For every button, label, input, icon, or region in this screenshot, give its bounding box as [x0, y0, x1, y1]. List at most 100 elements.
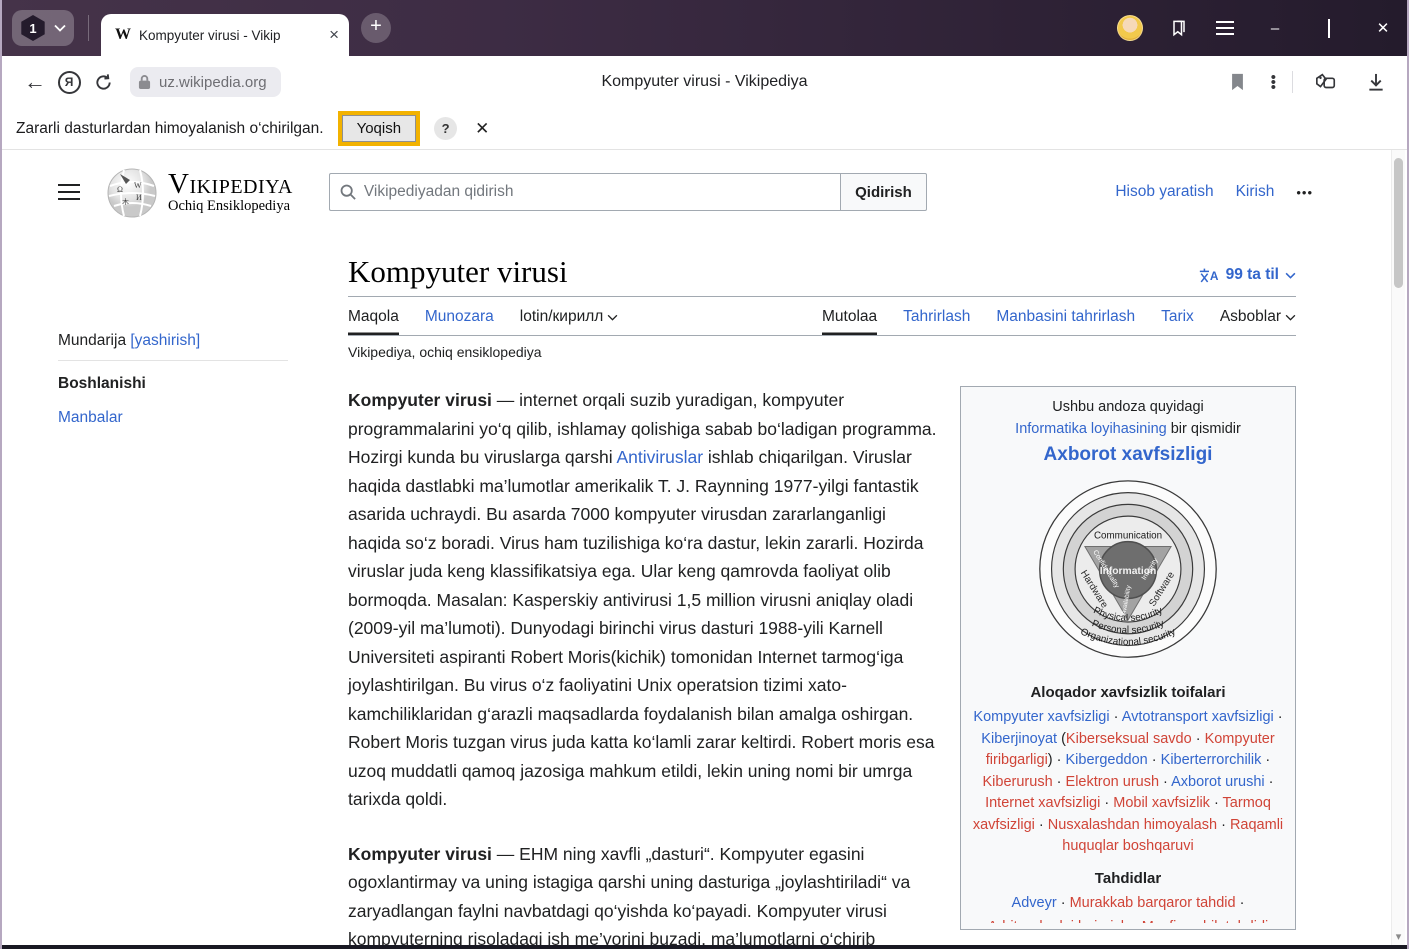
inline-link[interactable]: Kiberurush	[983, 774, 1053, 790]
tab-tahrirlash[interactable]: Tahrirlash	[903, 299, 970, 335]
new-tab-button[interactable]: +	[361, 13, 391, 43]
notification-close-icon[interactable]: ✕	[475, 119, 489, 139]
infobox-title-link[interactable]: Axborot xavfsizligi	[971, 444, 1285, 466]
inline-text: Kompyuter virusi	[348, 844, 492, 864]
tab-counter[interactable]: 1	[12, 10, 74, 46]
informatika-project-link[interactable]: Informatika loyihasining	[1015, 421, 1167, 437]
svg-text:W: W	[134, 181, 142, 190]
language-icon: A	[1198, 267, 1220, 284]
minimize-button[interactable]: –	[1261, 20, 1289, 37]
main-menu-icon[interactable]	[58, 179, 80, 205]
notification-message: Zararli dasturlardan himoyalanish o‘chir…	[16, 120, 324, 138]
bookmarks-panel-icon[interactable]	[1169, 18, 1189, 38]
bookmark-icon[interactable]	[1221, 65, 1255, 99]
scrollbar-down-arrow[interactable]: ▾	[1392, 930, 1405, 943]
inline-link[interactable]: Avtotransport xavfsizligi	[1122, 709, 1274, 725]
user-menu-icon[interactable]: •••	[1296, 185, 1313, 200]
inline-text: ·	[1274, 709, 1283, 725]
language-selector[interactable]: A 99 ta til	[1198, 266, 1296, 290]
svg-text:A: A	[1209, 269, 1218, 283]
toc-hide-link[interactable]: [yashirish]	[130, 332, 200, 349]
inline-link[interactable]: Axborot urushi	[1171, 774, 1265, 790]
inline-text: ·	[1053, 774, 1066, 790]
infobox-section-title: Aloqador xavfsizlik toifalari	[971, 682, 1285, 704]
wikipedia-wordmark: Vikipediya Ochiq Ensiklopediya	[168, 170, 293, 215]
inline-link[interactable]: Arbitrar kodni bajarish	[988, 919, 1129, 923]
inline-link[interactable]: Kiberterrorchilik	[1161, 752, 1262, 768]
profile-avatar[interactable]	[1117, 15, 1143, 41]
inline-link[interactable]: Nusxalashdan himoyalash	[1048, 817, 1217, 833]
extensions-icon[interactable]	[1309, 65, 1343, 99]
inline-link[interactable]: Murakkab barqaror tahdid	[1070, 895, 1236, 911]
inline-link[interactable]: Kiberseksual savdo	[1066, 731, 1192, 747]
tools-menu[interactable]: Asboblar	[1220, 299, 1296, 335]
yandex-icon[interactable]: Я	[52, 65, 86, 99]
tab-munozara[interactable]: Munozara	[425, 299, 494, 335]
infobox-axborot-xavfsizligi: Ushbu andoza quyidagi Informatika loyiha…	[960, 386, 1296, 930]
related-security-links: Kompyuter xavfsizligi · Avtotransport xa…	[971, 707, 1285, 858]
svg-text:И: И	[136, 193, 142, 202]
tab-close-icon[interactable]: ×	[329, 25, 339, 45]
toc-header: Mundarija [yashirish]	[58, 332, 288, 361]
search-button[interactable]: Qidirish	[840, 173, 927, 211]
inline-link[interactable]: Adveyr	[1012, 895, 1057, 911]
tab-title: Kompyuter virusi - Vikip	[139, 28, 321, 43]
toc-item-manbalar[interactable]: Manbalar	[58, 409, 310, 427]
back-button[interactable]: ←	[18, 65, 52, 99]
reload-icon[interactable]	[86, 65, 120, 99]
inline-text: ·	[1100, 795, 1113, 811]
search-input[interactable]	[364, 183, 830, 201]
inline-text: ·	[1210, 795, 1223, 811]
browser-menu-icon[interactable]	[1215, 20, 1235, 36]
more-options-icon[interactable]: •••	[1271, 75, 1276, 90]
toc-item-boshlanishi[interactable]: Boshlanishi	[58, 375, 310, 393]
variant-selector[interactable]: lotin/кирилл	[520, 299, 619, 335]
article-tabs: Maqola Munozara lotin/кирилл Mutolaa Tah…	[348, 299, 1296, 336]
inline-text: (	[1057, 731, 1066, 747]
tab-strip: 1 W Kompyuter virusi - Vikip × + – ✕	[2, 0, 1407, 56]
browser-tab[interactable]: W Kompyuter virusi - Vikip ×	[101, 14, 349, 56]
close-window-button[interactable]: ✕	[1369, 19, 1397, 37]
scrollbar-thumb[interactable]	[1394, 158, 1403, 288]
svg-text:木: 木	[122, 197, 129, 206]
chevron-down-icon	[1285, 272, 1296, 279]
address-bar[interactable]: uz.wikipedia.org	[130, 67, 281, 97]
login-link[interactable]: Kirish	[1236, 183, 1275, 201]
inline-link[interactable]: Mobil xavfsizlik	[1113, 795, 1210, 811]
create-account-link[interactable]: Hisob yaratish	[1115, 183, 1213, 201]
browser-toolbar: ← Я uz.wikipedia.org Kompyuter virusi - …	[2, 56, 1407, 108]
enable-protection-button[interactable]: Yoqish	[342, 115, 417, 142]
inline-link[interactable]: Maxfiy eshik tahdidi	[1142, 919, 1269, 923]
tab-tarix[interactable]: Tarix	[1161, 299, 1194, 335]
inline-link[interactable]: Antiviruslar	[616, 447, 703, 467]
divider	[88, 15, 89, 41]
site-tagline: Vikipediya, ochiq ensiklopediya	[348, 344, 1296, 360]
tab-maqola[interactable]: Maqola	[348, 299, 399, 335]
help-icon[interactable]: ?	[434, 117, 457, 140]
downloads-icon[interactable]	[1359, 65, 1393, 99]
maximize-button[interactable]	[1315, 20, 1343, 37]
window-bottom-edge	[2, 945, 1407, 949]
page-scrollbar[interactable]: ▾	[1391, 150, 1405, 945]
wikipedia-logo[interactable]: Ω W И 木 Vikipediya Ochiq Ensiklopediya	[106, 166, 293, 218]
tab-mutolaa[interactable]: Mutolaa	[822, 299, 877, 335]
chevron-down-icon	[607, 314, 618, 321]
inline-text: ·	[1057, 895, 1070, 911]
inline-text: ·	[1159, 774, 1171, 790]
url-text: uz.wikipedia.org	[159, 74, 267, 91]
infobox-line2-rest: bir qismidir	[1167, 421, 1241, 437]
inline-link[interactable]: Elektron urush	[1066, 774, 1160, 790]
inline-link[interactable]: Internet xavfsizligi	[985, 795, 1100, 811]
inline-link[interactable]: Kibergeddon	[1066, 752, 1148, 768]
infobox-section-title: Tahdidlar	[971, 868, 1285, 890]
search-icon	[340, 184, 356, 200]
inline-text: ·	[1129, 919, 1142, 923]
inline-text: ·	[1192, 731, 1205, 747]
inline-text: ·	[1261, 752, 1270, 768]
search-field-wrap[interactable]	[329, 173, 840, 211]
tab-manbasini-tahrirlash[interactable]: Manbasini tahrirlash	[996, 299, 1135, 335]
inline-link[interactable]: Kompyuter xavfsizligi	[973, 709, 1109, 725]
inline-link[interactable]: Kiberjinoyat	[981, 731, 1057, 747]
wikipedia-favicon: W	[115, 26, 131, 44]
lock-icon	[138, 74, 151, 90]
